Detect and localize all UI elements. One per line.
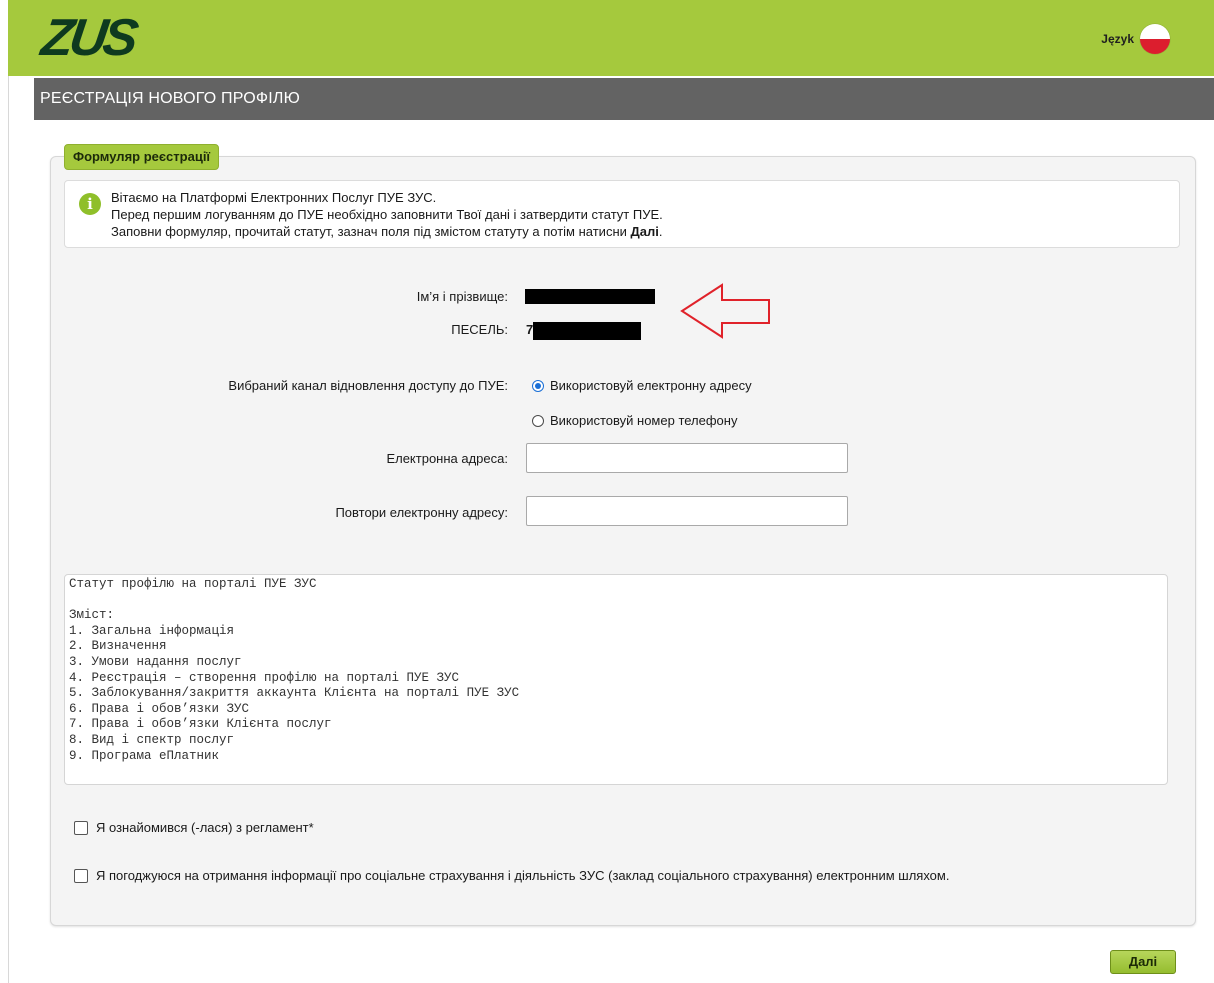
language-switcher[interactable]: Język bbox=[1101, 24, 1170, 54]
next-button[interactable]: Далі bbox=[1110, 950, 1176, 974]
statute-line bbox=[69, 593, 1163, 609]
statute-line: Статут профілю на порталі ПУЕ ЗУС bbox=[69, 577, 317, 591]
statute-line: 2. Визначення bbox=[69, 639, 167, 654]
statute-textarea[interactable]: Статут профілю на порталі ПУЕ ЗУС Зміст:… bbox=[64, 574, 1168, 785]
polish-flag-icon[interactable] bbox=[1140, 24, 1170, 54]
channel-label: Вибраний канал відновлення доступу до ПУ… bbox=[228, 378, 508, 393]
regulation-consent-checkbox[interactable]: Я ознайомився (-лася) з регламент* bbox=[74, 820, 314, 835]
radio-phone-label[interactable]: Використовуй номер телефону bbox=[550, 413, 737, 428]
statute-line: 4. Реєстрація – створення профілю на пор… bbox=[69, 670, 460, 685]
radio-email-label[interactable]: Використовуй електронну адресу bbox=[550, 378, 752, 393]
name-redacted bbox=[525, 289, 655, 304]
info-line-3: Заповни формуляр, прочитай статут, зазна… bbox=[111, 224, 663, 239]
email-label: Електронна адреса: bbox=[386, 451, 508, 466]
checkbox-icon[interactable] bbox=[74, 868, 88, 883]
red-arrow-annotation bbox=[680, 283, 770, 339]
info-consent-label[interactable]: Я погоджуюся на отримання інформації про… bbox=[96, 868, 949, 883]
info-consent-checkbox[interactable]: Я погоджуюся на отримання інформації про… bbox=[74, 868, 949, 883]
radio-selected-icon[interactable] bbox=[532, 379, 544, 392]
info-line-2: Перед першим логуванням до ПУЕ необхідно… bbox=[111, 207, 663, 222]
regulation-consent-label[interactable]: Я ознайомився (-лася) з регламент* bbox=[96, 820, 314, 835]
statute-line: 8. Вид і спектр послуг bbox=[69, 732, 235, 747]
radio-unselected-icon[interactable] bbox=[532, 414, 544, 427]
radio-email-channel[interactable]: Використовуй електронну адресу bbox=[532, 378, 752, 393]
statute-line: Зміст: bbox=[69, 608, 115, 623]
page-header: РЕЄСТРАЦІЯ НОВОГО ПРОФІЛЮ bbox=[34, 78, 1214, 120]
pesel-label: ПЕСЕЛЬ: bbox=[451, 322, 508, 337]
statute-line: 9. Програма еПлатник bbox=[69, 748, 220, 763]
next-hint: Далі bbox=[630, 224, 659, 239]
email-repeat-input[interactable] bbox=[526, 496, 848, 526]
checkbox-icon[interactable] bbox=[74, 820, 88, 835]
form-legend: Формуляр реєстрації bbox=[64, 144, 220, 170]
info-icon: i bbox=[79, 193, 101, 215]
pesel-redacted bbox=[533, 322, 641, 340]
top-bar: ZUS Język bbox=[8, 0, 1214, 76]
language-label[interactable]: Język bbox=[1101, 32, 1134, 46]
statute-line: 7. Права і обов’язки Клієнта послуг bbox=[69, 717, 332, 732]
page-title: РЕЄСТРАЦІЯ НОВОГО ПРОФІЛЮ bbox=[40, 90, 300, 107]
statute-line: 1. Загальна інформація bbox=[69, 623, 235, 638]
statute-line: 6. Права і обов’язки ЗУС bbox=[69, 701, 250, 716]
zus-logo[interactable]: ZUS bbox=[38, 9, 138, 67]
info-text: Вітаємо на Платформі Електронних Послуг … bbox=[111, 189, 663, 240]
info-message: i Вітаємо на Платформі Електронних Послу… bbox=[64, 180, 1180, 248]
statute-line: 5. Заблокування/закриття аккаунта Клієнт… bbox=[69, 686, 520, 701]
radio-phone-channel[interactable]: Використовуй номер телефону bbox=[532, 413, 737, 428]
info-line-1: Вітаємо на Платформі Електронних Послуг … bbox=[111, 190, 437, 205]
left-edge bbox=[0, 0, 9, 983]
name-label: Ім’я і прізвище: bbox=[416, 289, 508, 304]
registration-form-panel bbox=[50, 156, 1196, 926]
email-repeat-label: Повтори електронну адресу: bbox=[335, 505, 508, 520]
email-input[interactable] bbox=[526, 443, 848, 473]
statute-line: 3. Умови надання послуг bbox=[69, 654, 242, 669]
